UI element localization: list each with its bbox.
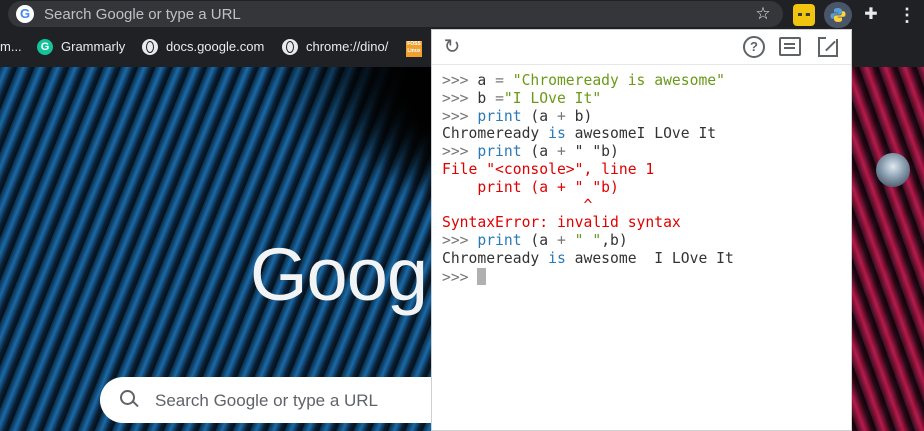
feedback-icon[interactable] bbox=[779, 37, 801, 56]
globe-icon bbox=[282, 38, 298, 55]
console-line: Chromeready is awesomeI LOve It bbox=[442, 125, 734, 143]
console-token: (a bbox=[521, 107, 557, 125]
console-token: >>> bbox=[442, 89, 478, 107]
omnibox-placeholder: Search Google or type a URL bbox=[44, 6, 241, 23]
console-token: + bbox=[556, 143, 566, 161]
omnibox[interactable]: G Search Google or type a URL ☆ bbox=[8, 1, 783, 27]
console-line: >>> b ="I LOve It" bbox=[442, 90, 734, 108]
browser-toolbar: G Search Google or type a URL ☆ ✚ ⋮ bbox=[0, 0, 924, 29]
console-token: "Chromeready is awesome" bbox=[503, 72, 725, 89]
bookmark-dino[interactable]: chrome://dino/ bbox=[282, 38, 388, 58]
console-token: ^ bbox=[442, 196, 593, 214]
grammarly-icon bbox=[37, 38, 53, 55]
console-line: >>> bbox=[442, 267, 734, 286]
console-token: is bbox=[548, 249, 566, 267]
globe-icon bbox=[142, 38, 158, 55]
console-line: >>> a = "Chromeready is awesome" bbox=[442, 72, 734, 90]
console-token: "I LOve It" bbox=[503, 89, 602, 107]
bookmark-star-icon[interactable]: ☆ bbox=[753, 3, 773, 23]
console-token: " "b) bbox=[565, 143, 619, 161]
console-cursor[interactable] bbox=[477, 267, 487, 285]
console-token: " " bbox=[565, 232, 602, 250]
console-token: (a bbox=[521, 143, 557, 161]
console-line: >>> print (a + " "b) bbox=[442, 143, 734, 161]
console-token: print bbox=[477, 232, 522, 250]
console-line: print (a + " "b) bbox=[442, 179, 734, 197]
console-token: Chromeready bbox=[442, 125, 549, 143]
bookmark-item[interactable]: m... bbox=[0, 38, 22, 58]
console-token: File "<console>", line 1 bbox=[442, 160, 655, 178]
extensions-puzzle-icon[interactable]: ✚ bbox=[860, 4, 882, 26]
console-token: = bbox=[495, 72, 504, 89]
bookmark-label: Grammarly bbox=[61, 39, 126, 55]
bookmark-label: m... bbox=[0, 39, 22, 55]
bookmark-docs[interactable]: docs.google.com bbox=[142, 38, 264, 58]
browser-menu-icon[interactable]: ⋮ bbox=[896, 4, 918, 26]
search-icon bbox=[120, 390, 135, 405]
avatar[interactable] bbox=[876, 153, 910, 187]
bookmark-grammarly[interactable]: Grammarly bbox=[37, 38, 125, 58]
google-g-icon: G bbox=[16, 5, 34, 23]
console-token: = bbox=[495, 89, 504, 107]
console-token: (a bbox=[521, 232, 557, 250]
fosslinux-bookmark-icon[interactable]: FOSS Linux bbox=[406, 41, 422, 57]
console-token: b bbox=[477, 89, 496, 107]
console-header: ↻ ? bbox=[432, 30, 851, 65]
console-line: >>> print (a + " ",b) bbox=[442, 232, 734, 250]
console-line: File "<console>", line 1 bbox=[442, 161, 734, 179]
console-token: awesomeI LOve It bbox=[565, 125, 717, 143]
console-token: a bbox=[477, 72, 496, 89]
python-console-output[interactable]: >>> a = "Chromeready is awesome" >>> b ="… bbox=[442, 72, 734, 286]
console-token: + bbox=[556, 107, 566, 125]
console-line: ^ bbox=[442, 197, 734, 215]
console-token: SyntaxError: invalid syntax bbox=[442, 214, 681, 232]
console-token: Chromeready bbox=[442, 249, 549, 267]
open-in-new-window-icon[interactable] bbox=[818, 37, 838, 57]
console-line: Chromeready is awesome I LOve It bbox=[442, 250, 734, 268]
console-token: >>> bbox=[442, 268, 478, 286]
python-icon bbox=[830, 8, 846, 22]
bookmark-label: docs.google.com bbox=[166, 39, 265, 55]
console-line: >>> print (a + b) bbox=[442, 108, 734, 126]
bookmark-label: chrome://dino/ bbox=[306, 39, 389, 55]
console-token: >>> bbox=[442, 72, 478, 89]
console-token: ,b) bbox=[601, 232, 628, 250]
console-line: SyntaxError: invalid syntax bbox=[442, 214, 734, 232]
console-token: + bbox=[556, 232, 566, 250]
console-token: >>> bbox=[442, 232, 478, 250]
console-token: awesome I LOve It bbox=[565, 249, 734, 267]
console-token: print (a + " "b) bbox=[442, 178, 619, 196]
console-token: >>> bbox=[442, 107, 478, 125]
console-token: >>> bbox=[442, 143, 478, 161]
ntp-search-placeholder: Search Google or type a URL bbox=[155, 391, 379, 410]
console-token: is bbox=[548, 125, 566, 143]
google-logo: Goog bbox=[250, 233, 428, 316]
reload-icon[interactable]: ↻ bbox=[441, 36, 463, 58]
python-extension-button[interactable] bbox=[824, 2, 852, 28]
help-icon[interactable]: ? bbox=[743, 36, 765, 58]
console-token: print bbox=[477, 143, 522, 161]
console-token: b) bbox=[565, 107, 593, 125]
memo-extension-icon[interactable] bbox=[793, 4, 815, 26]
console-token: print bbox=[477, 107, 522, 125]
python-console-popup: ↻ ? >>> a = "Chromeready is awesome" >>> … bbox=[431, 29, 852, 431]
